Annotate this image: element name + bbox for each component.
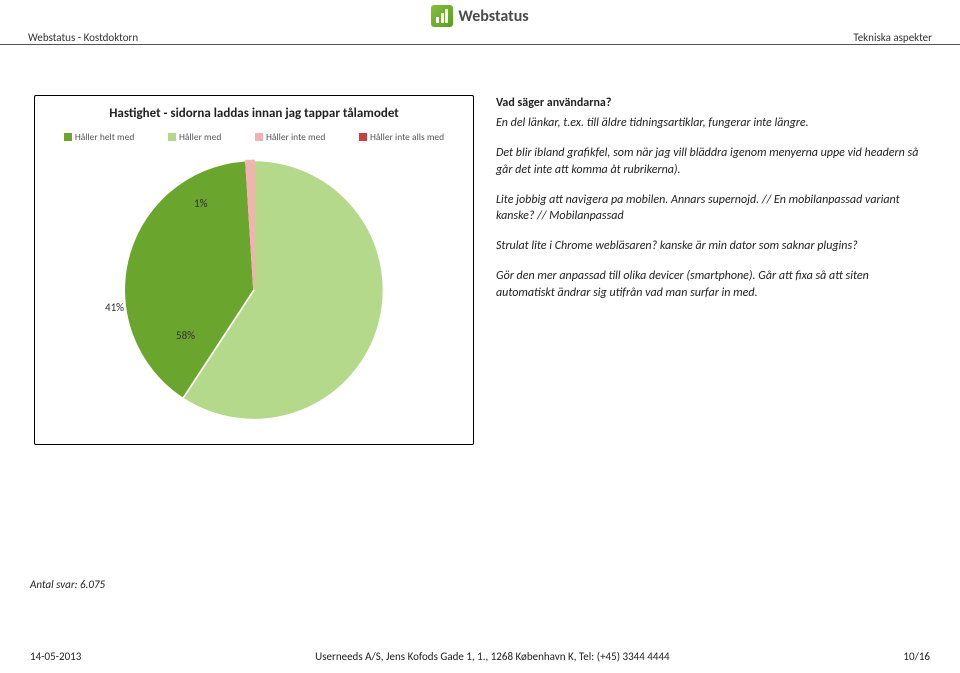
pie-label-1: 1% — [194, 197, 207, 210]
comment-line: Det blir ibland grafikfel, som när jag v… — [496, 145, 926, 177]
meta-left: Webstatus - Kostdoktorn — [28, 31, 138, 44]
legend-label: Håller helt med — [75, 131, 135, 143]
comment-line: Gör den mer anpassad till olika devicer … — [496, 268, 926, 300]
answers-count: Antal svar: 6.075 — [30, 578, 105, 591]
logo: Webstatus — [431, 5, 528, 27]
legend-swatch — [359, 133, 367, 141]
legend-item: Håller med — [168, 131, 221, 143]
legend-item: Håller inte alls med — [359, 131, 444, 143]
pie-label-58: 58% — [176, 329, 195, 342]
legend-item: Håller helt med — [64, 131, 135, 143]
legend-swatch — [255, 133, 263, 141]
header-meta-row: Webstatus - Kostdoktorn Tekniska aspekte… — [0, 31, 960, 45]
legend-label: Håller inte med — [266, 131, 325, 143]
chart-legend: Håller helt med Håller med Håller inte m… — [49, 131, 459, 143]
meta-right: Tekniska aspekter — [853, 31, 932, 44]
page-footer: 14-05-2013 Userneeds A/S, Jens Kofods Ga… — [0, 650, 960, 663]
brand-header: Webstatus — [0, 0, 960, 31]
comments-heading: Vad säger användarna? — [496, 95, 926, 111]
footer-page-number: 10/16 — [903, 650, 930, 663]
legend-label: Håller inte alls med — [370, 131, 444, 143]
legend-item: Håller inte med — [255, 131, 325, 143]
legend-swatch — [168, 133, 176, 141]
footer-center: Userneeds A/S, Jens Kofods Gade 1, 1., 1… — [315, 650, 669, 663]
logo-text: Webstatus — [458, 7, 528, 26]
pie-chart-svg — [119, 155, 389, 425]
webstatus-logo-icon — [431, 5, 453, 27]
pie-chart: 41% 58% 1% — [49, 155, 459, 425]
footer-date: 14-05-2013 — [30, 650, 81, 663]
legend-label: Håller med — [179, 131, 221, 143]
user-comments-block: Vad säger användarna? En del länkar, t.e… — [496, 95, 926, 445]
legend-swatch — [64, 133, 72, 141]
chart-title: Hastighet - sidorna laddas innan jag tap… — [49, 106, 459, 121]
chart-panel: Hastighet - sidorna laddas innan jag tap… — [34, 95, 474, 445]
comment-line: En del länkar, t.ex. till äldre tidnings… — [496, 115, 926, 131]
comment-line: Strulat lite i Chrome webläsaren? kanske… — [496, 238, 926, 254]
comment-line: Lite jobbig att navigera pa mobilen. Ann… — [496, 192, 926, 224]
pie-label-41: 41% — [105, 301, 124, 314]
